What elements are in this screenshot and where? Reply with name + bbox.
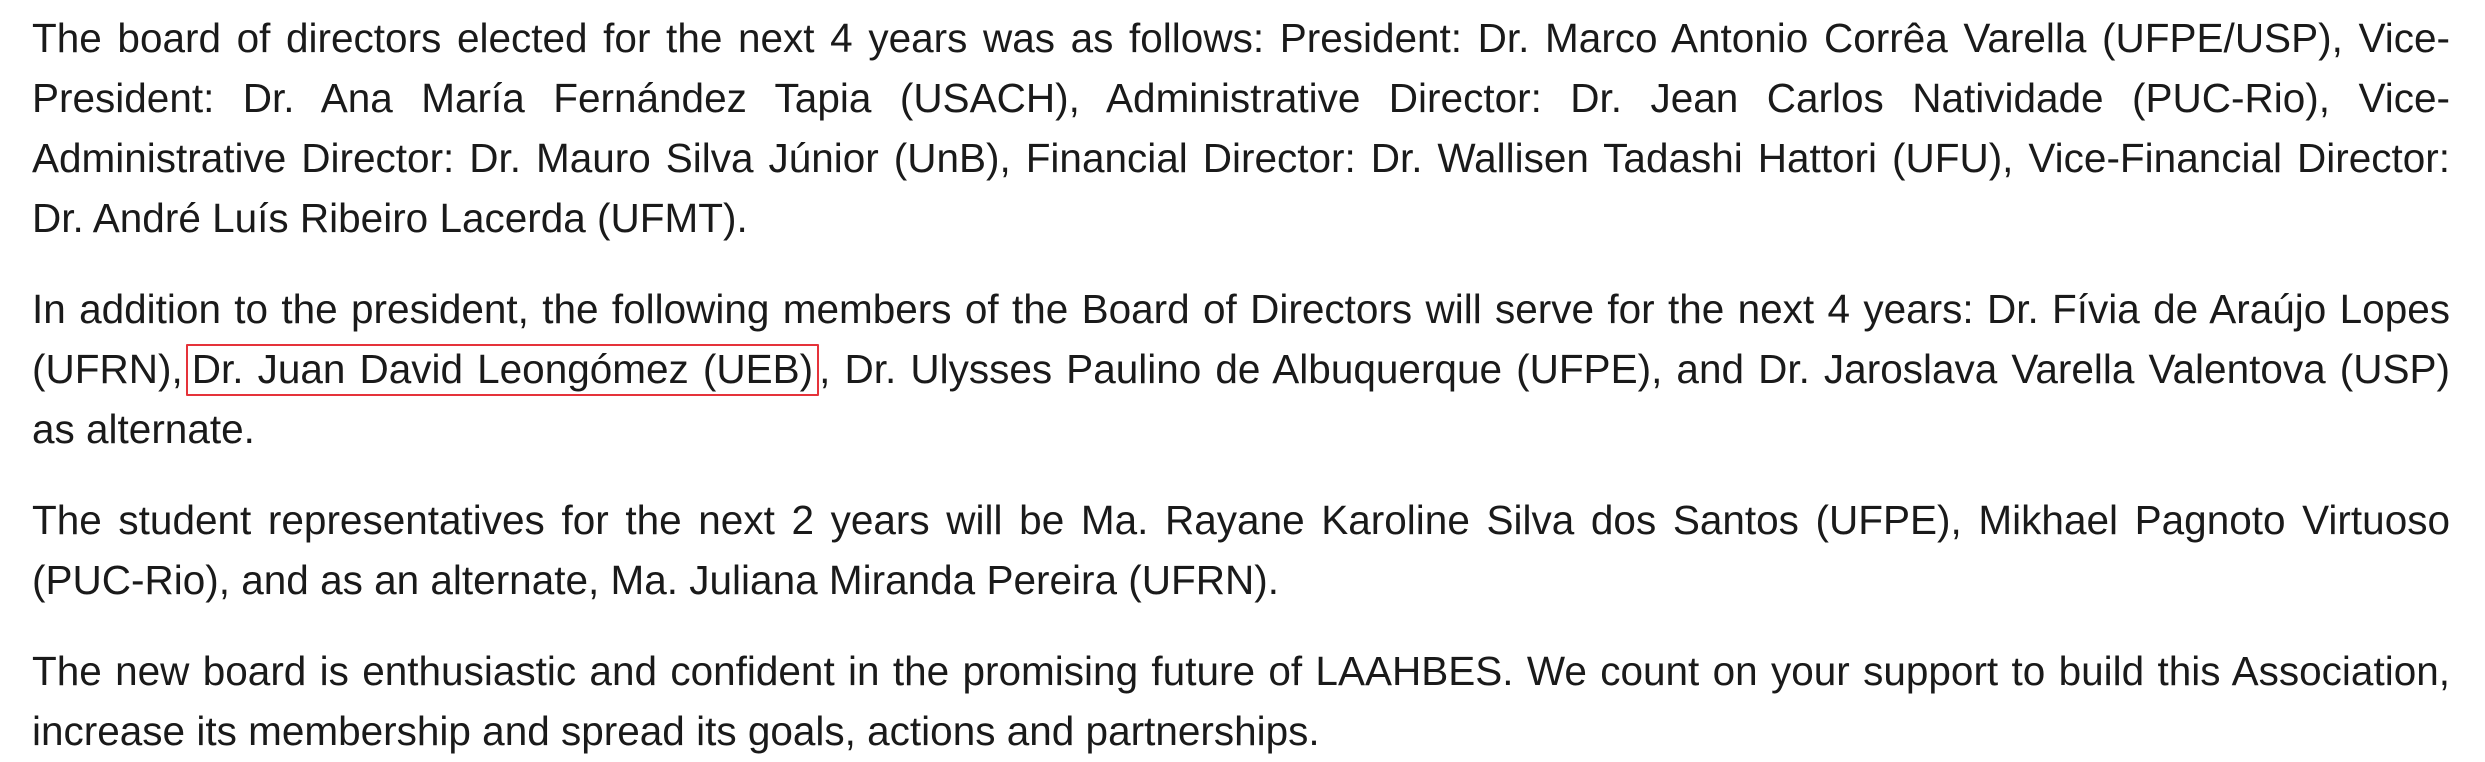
highlighted-name-box: Dr. Juan David Leongómez (UEB) [185, 344, 820, 396]
document-body: The board of directors elected for the n… [32, 8, 2450, 761]
paragraph-closing: The new board is enthusiastic and confid… [32, 648, 2450, 754]
paragraph-board-members: In addition to the president, the follow… [32, 279, 2450, 459]
paragraph-board-of-directors: The board of directors elected for the n… [32, 15, 2450, 241]
paragraph-student-representatives: The student representatives for the next… [32, 497, 2450, 603]
